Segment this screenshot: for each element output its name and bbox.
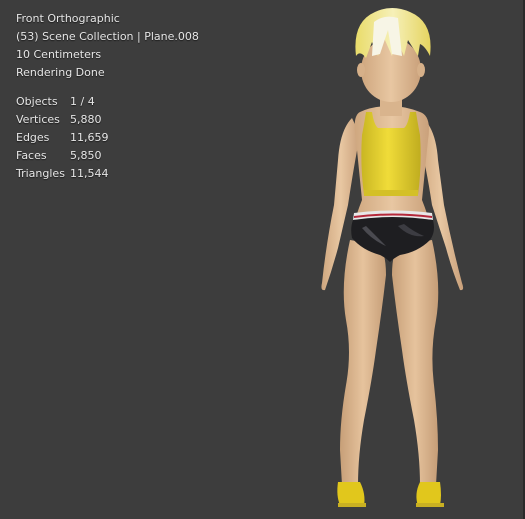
3d-viewport[interactable]: Front Orthographic (53) Scene Collection…	[0, 0, 525, 519]
scene-collection: (53) Scene Collection | Plane.008	[16, 30, 199, 43]
stat-label: Triangles	[16, 167, 65, 180]
right-leg	[392, 240, 439, 485]
scene-statistics: Objects 1 / 4 Vertices 5,880 Edges 11,65…	[16, 93, 109, 183]
left-leg	[340, 240, 386, 485]
stat-row-faces: Faces 5,850	[16, 147, 109, 165]
grid-scale: 10 Centimeters	[16, 48, 102, 61]
stat-row-vertices: Vertices 5,880	[16, 111, 109, 129]
stat-value: 5,880	[70, 113, 102, 126]
stat-label: Vertices	[16, 113, 60, 126]
stat-value: 11,659	[70, 131, 109, 144]
left-shoe	[337, 482, 365, 506]
right-ear	[417, 63, 425, 77]
right-shoe	[416, 482, 441, 506]
stat-row-objects: Objects 1 / 4	[16, 93, 109, 111]
left-ear	[357, 63, 365, 77]
stat-row-edges: Edges 11,659	[16, 129, 109, 147]
stat-label: Objects	[16, 95, 58, 108]
stat-value: 1 / 4	[70, 95, 95, 108]
right-shoe-sole	[416, 503, 444, 507]
stat-label: Faces	[16, 149, 47, 162]
stat-row-triangles: Triangles 11,544	[16, 165, 109, 183]
tank-top-hem	[364, 190, 418, 196]
render-status: Rendering Done	[16, 66, 105, 79]
view-name: Front Orthographic	[16, 12, 120, 25]
viewport-info-overlay: Front Orthographic (53) Scene Collection…	[16, 10, 199, 82]
stat-value: 5,850	[70, 149, 102, 162]
stat-label: Edges	[16, 131, 50, 144]
left-shoe-sole	[338, 503, 366, 507]
stat-value: 11,544	[70, 167, 109, 180]
